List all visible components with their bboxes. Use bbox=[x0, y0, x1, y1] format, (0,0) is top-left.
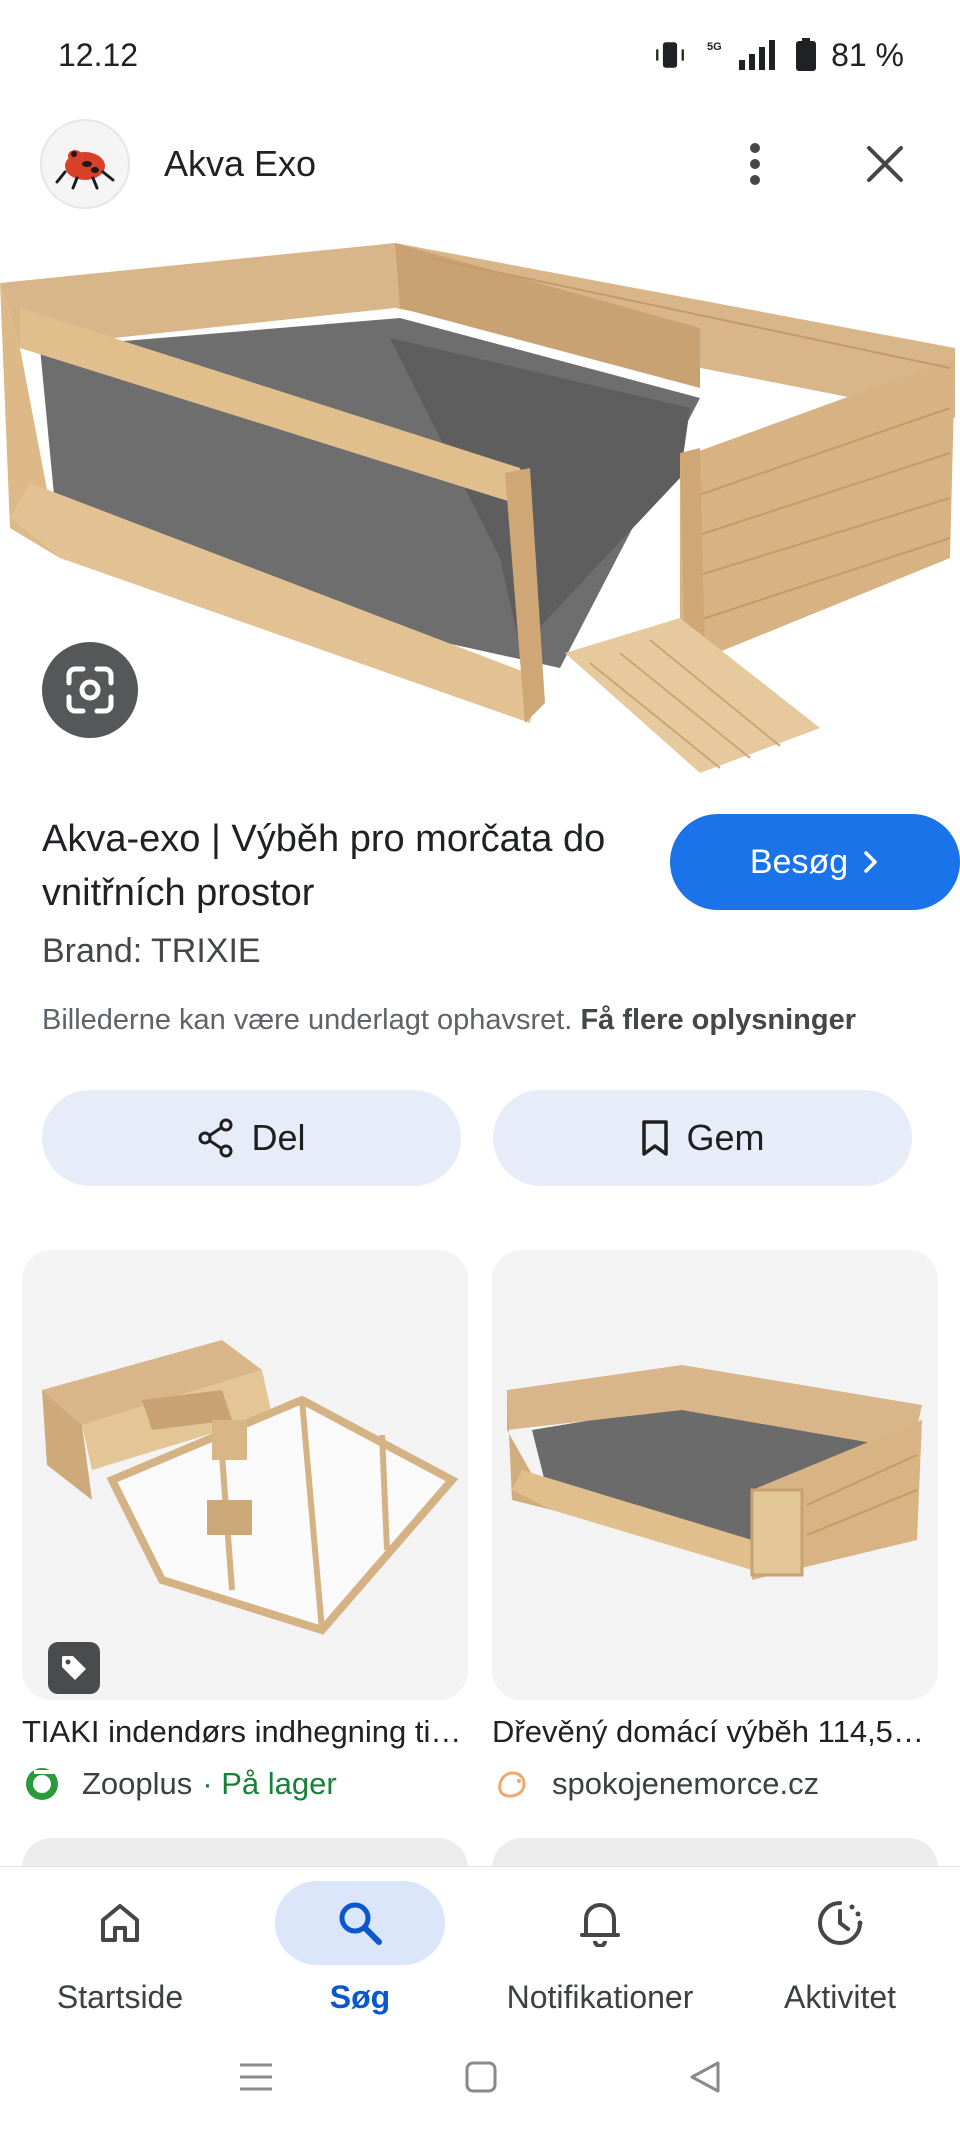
site-avatar[interactable] bbox=[40, 119, 130, 209]
vibrate-icon bbox=[656, 42, 684, 68]
enclosure-with-terraces-image bbox=[22, 1250, 468, 1700]
close-icon bbox=[867, 146, 903, 182]
zooplus-logo-icon bbox=[22, 1764, 62, 1804]
result-title[interactable]: Akva-exo | Výběh pro morčata do vnitřníc… bbox=[42, 812, 642, 920]
save-label: Gem bbox=[686, 1117, 765, 1158]
nav-icon-container bbox=[275, 1881, 445, 1965]
shopping-tag-badge bbox=[48, 1642, 100, 1694]
activity-icon bbox=[818, 1901, 863, 1945]
related-card[interactable]: TIAKI indendørs indhegning til smådyr me… bbox=[22, 1250, 468, 1804]
brand-text: Brand: TRIXIE bbox=[42, 932, 261, 970]
related-card-title[interactable]: TIAKI indendørs indhegning til smådyr me… bbox=[22, 1714, 468, 1750]
hero-image[interactable] bbox=[0, 228, 960, 788]
home-icon bbox=[101, 1904, 139, 1942]
recents-icon[interactable] bbox=[238, 2062, 274, 2092]
nav-label: Startside bbox=[56, 1979, 184, 2015]
visit-button[interactable]: Besøg bbox=[670, 814, 960, 910]
more-info-link[interactable]: Få flere oplysninger bbox=[580, 1004, 856, 1036]
more-options-button[interactable] bbox=[720, 129, 790, 199]
save-button[interactable]: Gem bbox=[493, 1090, 912, 1186]
nav-label: Søg bbox=[329, 1979, 391, 2015]
site-name[interactable]: Akva Exo bbox=[164, 143, 720, 185]
network-type: 5G bbox=[707, 41, 722, 53]
bottom-navigation: Startside Søg Notifikationer Aktivitet bbox=[0, 1866, 960, 2020]
nav-label: Notifikationer bbox=[506, 1979, 694, 2015]
close-button[interactable] bbox=[850, 129, 920, 199]
tag-icon bbox=[62, 1656, 86, 1680]
nav-icon-container bbox=[755, 1881, 925, 1965]
home-button-icon[interactable] bbox=[464, 2060, 498, 2094]
top-bar: Akva Exo bbox=[0, 118, 960, 210]
frog-logo-icon bbox=[55, 150, 115, 190]
bell-icon bbox=[580, 1903, 620, 1947]
source-name: spokojenemorce.cz bbox=[552, 1766, 820, 1801]
nav-item-notifications[interactable]: Notifikationer bbox=[480, 1867, 720, 2020]
battery-level: 81 % bbox=[831, 36, 904, 73]
nav-icon-container bbox=[35, 1881, 205, 1965]
more-vert-icon bbox=[750, 143, 760, 185]
status-bar: 12.12 5G 81 % bbox=[0, 0, 960, 110]
system-navigation bbox=[0, 2020, 960, 2133]
wooden-enclosure-image bbox=[0, 228, 960, 788]
nav-item-home[interactable]: Startside bbox=[0, 1867, 240, 2020]
related-card-source: spokojenemorce.cz bbox=[492, 1764, 938, 1804]
share-label: Del bbox=[251, 1117, 306, 1158]
related-card-source: Zooplus · På lager bbox=[22, 1764, 468, 1804]
signal-icon: 5G bbox=[707, 40, 776, 70]
copyright-notice: Billederne kan være underlagt ophavsret.… bbox=[42, 1004, 856, 1037]
status-time: 12.12 bbox=[58, 36, 139, 73]
related-card-title[interactable]: Dřevěný domácí výběh 114,5x47x65 cm bbox=[492, 1714, 938, 1750]
nav-icon-container bbox=[515, 1881, 685, 1965]
visit-label: Besøg bbox=[749, 842, 849, 881]
wooden-run-image bbox=[492, 1250, 938, 1700]
nav-item-search[interactable]: Søg bbox=[240, 1867, 480, 2020]
nav-item-activity[interactable]: Aktivitet bbox=[720, 1867, 960, 2020]
share-button[interactable]: Del bbox=[42, 1090, 461, 1186]
search-icon bbox=[339, 1902, 382, 1945]
chevron-right-icon bbox=[864, 851, 877, 873]
source-name: Zooplus bbox=[82, 1766, 193, 1801]
status-icons: 5G 81 % bbox=[653, 37, 904, 74]
bookmark-icon bbox=[642, 1120, 669, 1156]
back-icon[interactable] bbox=[688, 2060, 722, 2094]
stock-status: · På lager bbox=[202, 1766, 337, 1801]
nav-label: Aktivitet bbox=[783, 1979, 897, 2015]
action-row: Del Gem bbox=[42, 1090, 912, 1186]
related-card-image[interactable] bbox=[22, 1250, 468, 1700]
share-icon bbox=[198, 1118, 233, 1158]
google-lens-icon bbox=[66, 666, 114, 714]
related-card[interactable]: Dřevěný domácí výběh 114,5x47x65 cm spok… bbox=[492, 1250, 938, 1804]
lens-button[interactable] bbox=[42, 642, 138, 738]
guinea-pig-logo-icon bbox=[494, 1766, 530, 1802]
battery-icon bbox=[796, 38, 817, 71]
related-card-image[interactable] bbox=[492, 1250, 938, 1700]
copyright-text: Billederne kan være underlagt ophavsret. bbox=[42, 1004, 573, 1036]
